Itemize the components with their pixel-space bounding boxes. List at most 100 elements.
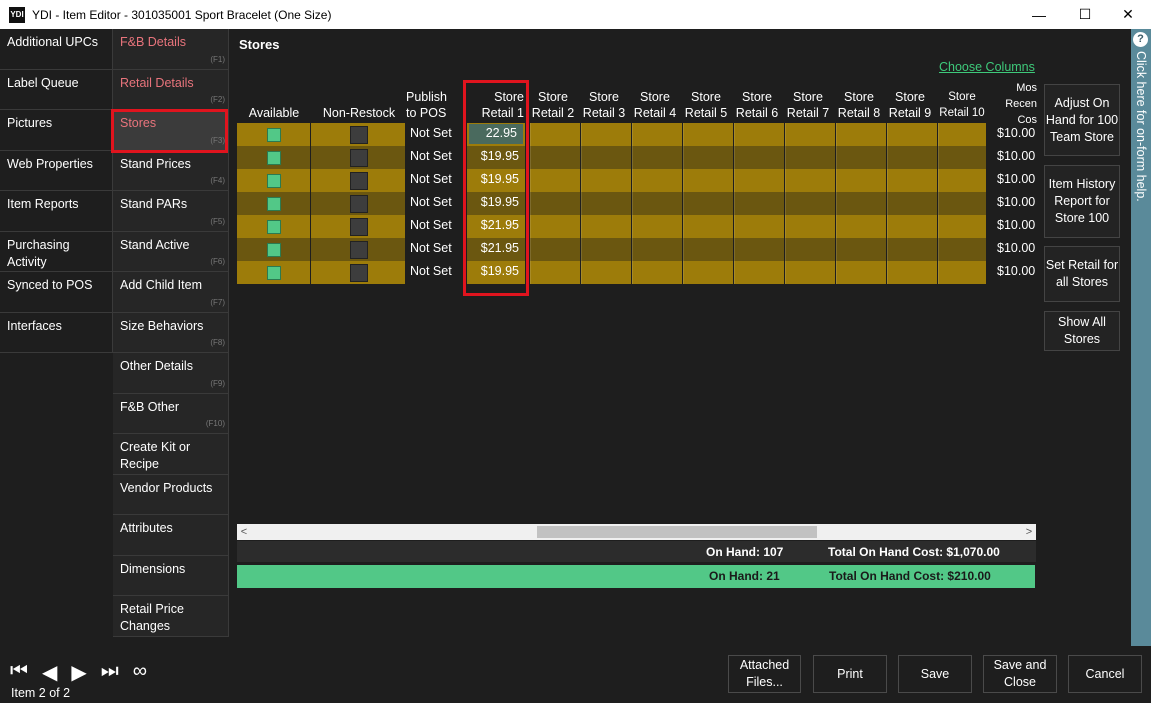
- nav-create-kit[interactable]: Create Kit or Recipe: [113, 434, 229, 475]
- retail-cell[interactable]: [887, 146, 937, 169]
- item-history-report-button[interactable]: Item History Report for Store 100: [1044, 165, 1120, 238]
- retail-cell[interactable]: [785, 215, 835, 238]
- retail-cell[interactable]: [785, 146, 835, 169]
- scroll-right-arrow-icon[interactable]: >: [1022, 524, 1036, 540]
- nav-stand-prices[interactable]: Stand Prices (F4): [113, 150, 229, 191]
- store-retail-1-cell[interactable]: $19.95: [467, 195, 525, 209]
- retail-cell[interactable]: [581, 215, 631, 238]
- nav-dimensions[interactable]: Dimensions: [113, 555, 229, 596]
- retail-cell[interactable]: [683, 123, 733, 146]
- retail-cell[interactable]: [581, 146, 631, 169]
- nav-interfaces[interactable]: Interfaces: [0, 312, 113, 353]
- table-row[interactable]: Not Set $19.95 $10.00: [237, 192, 1035, 215]
- cancel-button[interactable]: Cancel: [1068, 655, 1142, 693]
- retail-cell[interactable]: [938, 169, 986, 192]
- retail-cell[interactable]: [938, 192, 986, 215]
- nav-size-behaviors[interactable]: Size Behaviors (F8): [113, 312, 229, 353]
- retail-cell[interactable]: [734, 215, 784, 238]
- retail-cell[interactable]: [734, 123, 784, 146]
- retail-cell[interactable]: [785, 238, 835, 261]
- retail-cell[interactable]: [887, 123, 937, 146]
- retail-cell[interactable]: [887, 261, 937, 284]
- store-retail-1-cell[interactable]: 22.95: [469, 124, 523, 144]
- retail-cell[interactable]: [632, 215, 682, 238]
- retail-cell[interactable]: [581, 169, 631, 192]
- save-and-close-button[interactable]: Save and Close: [983, 655, 1057, 693]
- retail-cell[interactable]: [836, 123, 886, 146]
- header-store-retail-3[interactable]: Store Retail 3: [580, 78, 628, 123]
- retail-cell[interactable]: [785, 192, 835, 215]
- retail-cell[interactable]: [683, 238, 733, 261]
- close-window-button[interactable]: ✕: [1105, 0, 1151, 29]
- retail-cell[interactable]: [581, 261, 631, 284]
- nav-stand-active[interactable]: Stand Active (F6): [113, 231, 229, 272]
- last-record-icon[interactable]: ⏭: [101, 660, 119, 685]
- header-store-retail-1[interactable]: Store Retail 1: [468, 78, 524, 123]
- previous-record-icon[interactable]: ◀: [42, 660, 57, 685]
- header-store-retail-6[interactable]: Store Retail 6: [733, 78, 781, 123]
- nav-additional-upcs[interactable]: Additional UPCs: [0, 29, 113, 70]
- header-most-recent-cost[interactable]: Mos Recen Cos: [995, 78, 1037, 123]
- retail-cell[interactable]: [938, 215, 986, 238]
- retail-cell[interactable]: [530, 169, 580, 192]
- save-button[interactable]: Save: [898, 655, 972, 693]
- publish-to-pos-cell[interactable]: Not Set: [410, 149, 452, 163]
- available-checkbox[interactable]: [267, 127, 281, 142]
- attached-files-button[interactable]: Attached Files...: [728, 655, 801, 693]
- minimize-button[interactable]: —: [1016, 0, 1062, 29]
- non-restock-checkbox[interactable]: [350, 263, 368, 282]
- retail-cell[interactable]: [938, 123, 986, 146]
- adjust-on-hand-button[interactable]: Adjust On Hand for 100 Team Store: [1044, 84, 1120, 156]
- retail-cell[interactable]: [581, 238, 631, 261]
- header-store-retail-4[interactable]: Store Retail 4: [631, 78, 679, 123]
- table-row[interactable]: Not Set $19.95 $10.00: [237, 169, 1035, 192]
- retail-cell[interactable]: [734, 192, 784, 215]
- header-store-retail-7[interactable]: Store Retail 7: [784, 78, 832, 123]
- available-checkbox[interactable]: [267, 242, 281, 257]
- retail-cell[interactable]: [581, 123, 631, 146]
- retail-cell[interactable]: [887, 192, 937, 215]
- retail-cell[interactable]: [632, 169, 682, 192]
- retail-cell[interactable]: [530, 192, 580, 215]
- non-restock-checkbox[interactable]: [350, 171, 368, 190]
- publish-to-pos-cell[interactable]: Not Set: [410, 218, 452, 232]
- publish-to-pos-cell[interactable]: Not Set: [410, 172, 452, 186]
- infinity-icon[interactable]: ∞: [133, 660, 147, 685]
- store-retail-1-cell[interactable]: $19.95: [467, 149, 525, 163]
- header-non-restock[interactable]: Non-Restock: [315, 78, 403, 123]
- nav-fb-details[interactable]: F&B Details (F1): [113, 29, 229, 70]
- publish-to-pos-cell[interactable]: Not Set: [410, 195, 452, 209]
- non-restock-checkbox[interactable]: [350, 240, 368, 259]
- nav-other-details[interactable]: Other Details (F9): [113, 353, 229, 394]
- nav-purchasing-activity[interactable]: Purchasing Activity: [0, 231, 113, 272]
- retail-cell[interactable]: [530, 146, 580, 169]
- retail-cell[interactable]: [530, 261, 580, 284]
- nav-retail-price-changes[interactable]: Retail Price Changes: [113, 596, 229, 637]
- available-checkbox[interactable]: [267, 150, 281, 165]
- retail-cell[interactable]: [683, 192, 733, 215]
- publish-to-pos-cell[interactable]: Not Set: [410, 241, 452, 255]
- publish-to-pos-cell[interactable]: Not Set: [410, 126, 452, 140]
- retail-cell[interactable]: [632, 238, 682, 261]
- store-retail-1-cell[interactable]: $21.95: [467, 241, 525, 255]
- nav-add-child-item[interactable]: Add Child Item (F7): [113, 272, 229, 313]
- header-store-retail-2[interactable]: Store Retail 2: [529, 78, 577, 123]
- retail-cell[interactable]: [632, 192, 682, 215]
- retail-cell[interactable]: [683, 169, 733, 192]
- retail-cell[interactable]: [530, 123, 580, 146]
- available-checkbox[interactable]: [267, 265, 281, 280]
- table-row[interactable]: Not Set $19.95 $10.00: [237, 261, 1035, 284]
- retail-cell[interactable]: [938, 238, 986, 261]
- non-restock-checkbox[interactable]: [350, 148, 368, 167]
- header-store-retail-5[interactable]: Store Retail 5: [682, 78, 730, 123]
- retail-cell[interactable]: [938, 261, 986, 284]
- retail-cell[interactable]: [785, 261, 835, 284]
- maximize-button[interactable]: ☐: [1062, 0, 1108, 29]
- show-all-stores-button[interactable]: Show All Stores: [1044, 311, 1120, 351]
- store-retail-1-cell[interactable]: $19.95: [467, 172, 525, 186]
- print-button[interactable]: Print: [813, 655, 887, 693]
- table-row[interactable]: Not Set $21.95 $10.00: [237, 238, 1035, 261]
- nav-vendor-products[interactable]: Vendor Products: [113, 474, 229, 515]
- choose-columns-link[interactable]: Choose Columns: [939, 60, 1035, 74]
- help-icon[interactable]: ?: [1133, 32, 1148, 47]
